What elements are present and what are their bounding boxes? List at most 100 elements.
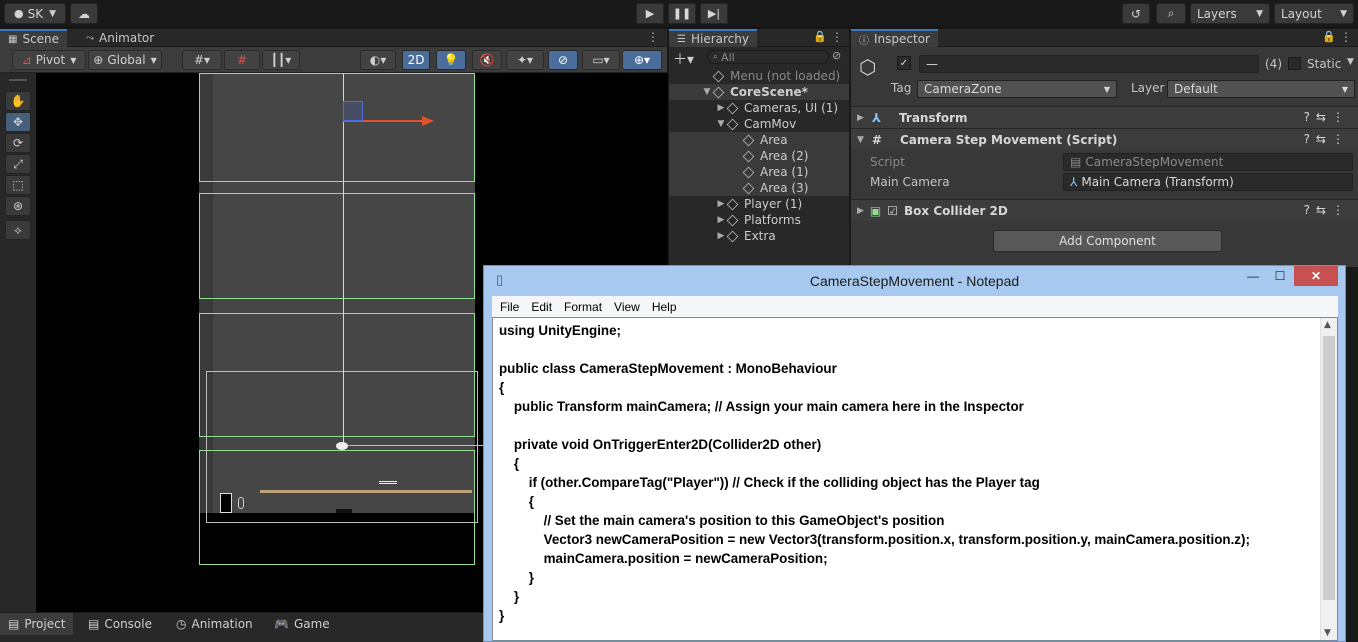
move-gizmo-y-axis[interactable] bbox=[343, 73, 344, 448]
inspector-panel: ⬡ ✓ — (4) Static ▼ Tag CameraZone ▼ Laye… bbox=[851, 47, 1358, 267]
rotate-tool[interactable]: ⟳ bbox=[5, 133, 31, 153]
hierarchy-row[interactable]: ▶ Cameras, UI (1) bbox=[669, 100, 849, 116]
tab-animator[interactable]: ⤳ Animator bbox=[78, 29, 162, 47]
pivot-dropdown[interactable]: ⊿ Pivot ▼ bbox=[12, 50, 86, 70]
chevron-down-icon[interactable]: ▼ bbox=[1324, 628, 1331, 638]
visibility-button[interactable]: ⊘ bbox=[548, 50, 578, 70]
object-name-field[interactable]: — bbox=[919, 55, 1259, 73]
scale-tool[interactable]: ⤢ bbox=[5, 154, 31, 174]
component-box-collider[interactable]: ▶ ▣ ☑ Box Collider 2D ?⇆⋮ bbox=[851, 199, 1358, 221]
menu-edit[interactable]: Edit bbox=[531, 300, 552, 314]
mute-icon: 🔇 bbox=[479, 53, 495, 67]
main-camera-field[interactable]: ⅄ Main Camera (Transform) bbox=[1063, 173, 1353, 191]
tab-animation[interactable]: ◷ Animation bbox=[168, 613, 261, 635]
collider-enabled-checkbox[interactable]: ☑ bbox=[887, 204, 898, 218]
main-camera-value: Main Camera (Transform) bbox=[1081, 175, 1234, 189]
audio-button[interactable]: 🔇 bbox=[472, 50, 502, 70]
component-title: Camera Step Movement (Script) bbox=[899, 132, 1118, 147]
menu-file[interactable]: File bbox=[500, 300, 519, 314]
custom-tool[interactable]: ⟡ bbox=[5, 220, 31, 240]
hand-tool[interactable]: ✋ bbox=[5, 91, 31, 111]
tab-project[interactable]: ▤ Project bbox=[0, 613, 74, 635]
hierarchy-search[interactable]: ⌕ All bbox=[707, 50, 829, 64]
menu-view[interactable]: View bbox=[614, 300, 640, 314]
maximize-button[interactable]: ☐ bbox=[1268, 266, 1292, 286]
tab-scene[interactable]: ▦ Scene bbox=[0, 29, 68, 47]
lighting-button[interactable]: 💡 bbox=[436, 50, 466, 70]
cube-icon bbox=[726, 198, 739, 210]
minimize-button[interactable]: — bbox=[1242, 266, 1264, 286]
grid-snap-button[interactable]: #▾ bbox=[182, 50, 222, 70]
pause-button[interactable]: ❚❚ bbox=[668, 3, 696, 24]
global-dropdown[interactable]: ⊕ Global ▼ bbox=[88, 50, 162, 70]
hierarchy-row[interactable]: ▼ CoreScene* bbox=[669, 84, 849, 100]
move-tool[interactable]: ✥ bbox=[5, 112, 31, 132]
scrollbar-thumb[interactable] bbox=[1323, 336, 1335, 600]
component-actions-icon[interactable]: ?⇆⋮ bbox=[1304, 203, 1350, 217]
component-actions-icon[interactable]: ?⇆⋮ bbox=[1304, 110, 1350, 124]
increment-snap-button[interactable]: ┃┃▾ bbox=[262, 50, 300, 70]
account-dropdown[interactable]: ● SK ▼ bbox=[4, 3, 66, 24]
camera-zone-area-2[interactable] bbox=[199, 193, 475, 299]
tab-inspector[interactable]: ⓘ Inspector bbox=[851, 29, 938, 47]
layers-dropdown[interactable]: Layers ▼ bbox=[1190, 3, 1270, 24]
more-options-icon[interactable]: ⋮ bbox=[831, 30, 843, 44]
menu-format[interactable]: Format bbox=[564, 300, 602, 314]
hierarchy-row[interactable]: Area (3) bbox=[669, 180, 849, 196]
vertical-scrollbar[interactable]: ▲ ▼ bbox=[1320, 318, 1337, 640]
tab-console[interactable]: ▤ Console bbox=[80, 613, 160, 635]
hierarchy-row[interactable]: Menu (not loaded) bbox=[669, 68, 849, 84]
component-actions-icon[interactable]: ?⇆⋮ bbox=[1304, 132, 1350, 146]
scene-visibility-icon[interactable]: ⊘ bbox=[832, 49, 841, 62]
mode-2d-button[interactable]: 2D bbox=[402, 50, 430, 70]
add-object-button[interactable]: ＋▾ bbox=[673, 49, 694, 69]
history-button[interactable]: ↺ bbox=[1122, 3, 1150, 24]
draw-mode-button[interactable]: ◐▾ bbox=[360, 50, 396, 70]
chevron-up-icon[interactable]: ▲ bbox=[1324, 320, 1331, 330]
active-checkbox[interactable]: ✓ bbox=[897, 56, 911, 70]
hierarchy-row[interactable]: ▶ Player (1) bbox=[669, 196, 849, 212]
layout-dropdown[interactable]: Layout ▼ bbox=[1274, 3, 1354, 24]
add-component-button[interactable]: Add Component bbox=[993, 230, 1222, 252]
code-text[interactable]: using UnityEngine; public class CameraSt… bbox=[499, 321, 1319, 625]
notepad-text-area[interactable]: using UnityEngine; public class CameraSt… bbox=[492, 317, 1338, 641]
more-options-icon[interactable]: ⋮ bbox=[647, 30, 659, 44]
move-gizmo-plane-handle[interactable] bbox=[343, 101, 363, 121]
hierarchy-row[interactable]: Area bbox=[669, 132, 849, 148]
menu-help[interactable]: Help bbox=[652, 300, 677, 314]
lock-icon[interactable]: 🔒 bbox=[1322, 30, 1336, 43]
camera-zone-area[interactable] bbox=[199, 73, 475, 182]
hierarchy-row[interactable]: ▼ CamMov bbox=[669, 116, 849, 132]
close-button[interactable]: ✕ bbox=[1294, 266, 1338, 286]
layer-dropdown[interactable]: Default ▼ bbox=[1167, 80, 1355, 98]
tag-dropdown[interactable]: CameraZone ▼ bbox=[917, 80, 1117, 98]
notepad-titlebar[interactable]: ▯ CameraStepMovement - Notepad — ☐ ✕ bbox=[484, 266, 1345, 296]
minimize-icon: — bbox=[1247, 269, 1259, 283]
script-file-icon: ▤ bbox=[1070, 155, 1082, 169]
cloud-button[interactable]: ☁ bbox=[70, 3, 98, 24]
snap-settings-button[interactable]: # bbox=[224, 50, 260, 70]
search-button[interactable]: ⌕ bbox=[1156, 3, 1186, 24]
tab-game[interactable]: 🎮 Game bbox=[266, 613, 338, 635]
hierarchy-row[interactable]: Area (2) bbox=[669, 148, 849, 164]
step-button[interactable]: ▶| bbox=[700, 3, 728, 24]
player-sprite[interactable] bbox=[238, 497, 244, 509]
hierarchy-row[interactable]: ▶ Platforms bbox=[669, 212, 849, 228]
transform-tool[interactable]: ⊛ bbox=[5, 196, 31, 216]
row-label: CamMov bbox=[744, 117, 797, 131]
tab-hierarchy[interactable]: ☰ Hierarchy bbox=[669, 29, 757, 47]
play-button[interactable]: ▶ bbox=[636, 3, 664, 24]
component-script[interactable]: ▼ # Camera Step Movement (Script) ?⇆⋮ bbox=[851, 128, 1358, 150]
drag-handle[interactable] bbox=[9, 79, 27, 81]
hierarchy-row[interactable]: Area (1) bbox=[669, 164, 849, 180]
effects-button[interactable]: ✦▾ bbox=[506, 50, 544, 70]
rect-tool[interactable]: ⬚ bbox=[5, 175, 31, 195]
more-options-icon[interactable]: ⋮ bbox=[1340, 30, 1352, 44]
component-transform[interactable]: ▶ ⅄ Transform ?⇆⋮ bbox=[851, 106, 1358, 128]
camera-button[interactable]: ▭▾ bbox=[582, 50, 620, 70]
chevron-down-icon[interactable]: ▼ bbox=[1347, 57, 1354, 67]
hierarchy-row[interactable]: ▶ Extra bbox=[669, 228, 849, 244]
gizmos-button[interactable]: ⊕▾ bbox=[622, 50, 662, 70]
lock-icon[interactable]: 🔒 bbox=[813, 30, 827, 43]
static-checkbox[interactable] bbox=[1288, 57, 1301, 70]
